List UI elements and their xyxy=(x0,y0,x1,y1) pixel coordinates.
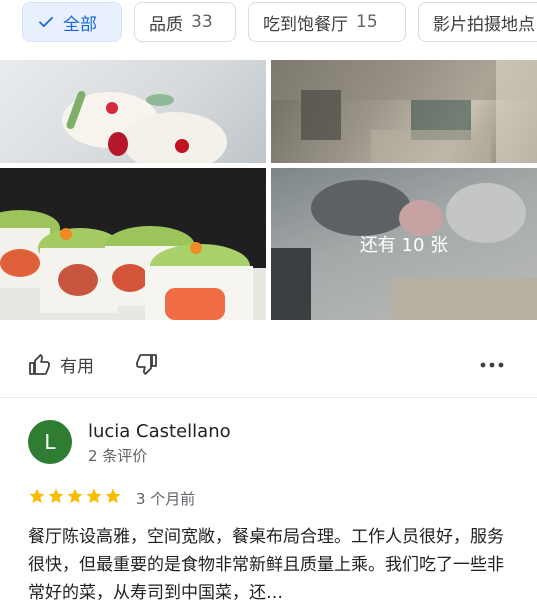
reviewer-review-count: 2 条评价 xyxy=(88,447,148,465)
more-options-icon[interactable] xyxy=(480,362,504,368)
star-icon xyxy=(48,488,64,504)
chip-count: 33 xyxy=(191,12,213,32)
review-actions: 有用 xyxy=(0,340,537,390)
section-divider xyxy=(0,397,537,398)
chip-label: 吃到饱餐厅 xyxy=(263,14,348,35)
star-rating xyxy=(28,487,123,505)
review-date: 3 个月前 xyxy=(136,490,196,508)
thumbs-down-icon[interactable] xyxy=(134,352,158,376)
more-photos-label: 还有 10 张 xyxy=(359,235,449,256)
star-icon xyxy=(67,488,83,504)
star-icon xyxy=(29,488,45,504)
chip-quality[interactable]: 品质 33 xyxy=(134,2,236,42)
photo-scallop-dish[interactable] xyxy=(0,60,266,163)
check-icon xyxy=(39,16,53,28)
star-icon xyxy=(105,488,121,504)
photo-sushi-rolls[interactable] xyxy=(0,168,266,320)
interior-image xyxy=(271,60,537,163)
star-icon xyxy=(86,488,102,504)
helpful-label: 有用 xyxy=(60,357,94,377)
helpful-button[interactable]: 有用 xyxy=(28,352,94,377)
photo-restaurant-interior[interactable] xyxy=(271,60,537,163)
filter-chips: 全部 品质 33 吃到饱餐厅 15 影片拍摄地点 xyxy=(0,0,537,48)
chip-label: 影片拍摄地点 xyxy=(433,14,535,35)
review-text: 餐厅陈设高雅，空间宽敞，餐桌布局合理。工作人员很好，服务很快，但最重要的是食物非… xyxy=(28,527,504,600)
thumbs-up-icon xyxy=(29,353,50,375)
photo-more-photos[interactable]: 还有 10 张 xyxy=(271,168,537,320)
chip-buffet[interactable]: 吃到饱餐厅 15 xyxy=(248,2,406,42)
scallop-dish-image xyxy=(62,90,227,163)
avatar[interactable]: L xyxy=(28,420,72,464)
chip-label: 品质 xyxy=(149,14,183,35)
chip-count: 15 xyxy=(356,12,378,32)
sushi-image xyxy=(0,168,266,320)
avatar-letter: L xyxy=(44,430,56,454)
reviewer-name[interactable]: lucia Castellano xyxy=(88,421,231,442)
chip-all[interactable]: 全部 xyxy=(22,2,122,42)
chip-filming-location[interactable]: 影片拍摄地点 xyxy=(418,2,537,42)
chip-label: 全部 xyxy=(63,14,97,35)
